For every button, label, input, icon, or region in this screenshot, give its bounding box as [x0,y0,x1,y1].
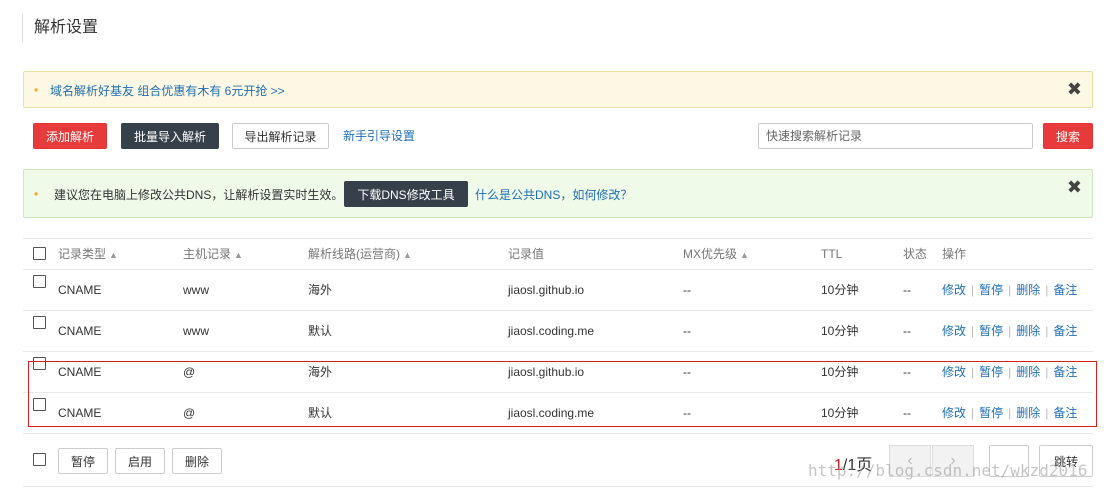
row-actions: 修改 | 暂停 | 删除 | 备注 [942,406,1078,420]
record-host: www [183,283,209,297]
delete-link[interactable]: 删除 [1016,283,1040,297]
pause-link[interactable]: 暂停 [979,283,1003,297]
record-host: www [183,324,209,338]
select-all-checkbox[interactable] [33,239,46,269]
row-actions: 修改 | 暂停 | 删除 | 备注 [942,324,1078,338]
header-line[interactable]: 解析线路(运营商) ▲ [308,239,412,270]
record-value: jiaosl.coding.me [508,406,595,420]
note-link[interactable]: 备注 [1053,365,1077,379]
dns-tip-banner: • 建议您在电脑上修改公共DNS，让解析设置实时生效。 下载DNS修改工具 什么… [23,169,1093,218]
note-link[interactable]: 备注 [1053,283,1077,297]
delete-link[interactable]: 删除 [1016,324,1040,338]
bullet-icon: • [34,83,39,97]
close-icon[interactable]: ✖ [1067,80,1082,98]
bullet-icon: • [34,187,39,201]
batch-import-button[interactable]: 批量导入解析 [121,123,219,149]
export-records-button[interactable]: 导出解析记录 [232,123,329,149]
record-status: -- [903,365,911,379]
record-ttl: 10分钟 [821,365,859,379]
batch-delete-button[interactable]: 删除 [172,448,222,474]
note-link[interactable]: 备注 [1053,406,1077,420]
batch-pause-button[interactable]: 暂停 [58,448,108,474]
page-header: 解析设置 [22,14,98,42]
search-button[interactable]: 搜索 [1043,123,1093,149]
record-value: jiaosl.coding.me [508,324,595,338]
watermark: http://blog.csdn.net/wkzd2016 [808,461,1088,480]
promo-banner: • 域名解析好基友 组合优惠有木有 6元开抢 >> ✖ [23,71,1093,108]
delete-link[interactable]: 删除 [1016,406,1040,420]
pause-link[interactable]: 暂停 [979,406,1003,420]
header-ttl: TTL [821,247,843,261]
header-value: 记录值 [508,247,545,261]
record-mx: -- [683,324,691,338]
sort-icon[interactable]: ▲ [403,250,412,260]
download-dns-tool-button[interactable]: 下载DNS修改工具 [344,181,468,207]
dns-tip-text: 建议您在电脑上修改公共DNS，让解析设置实时生效。 [54,188,344,202]
record-value: jiaosl.github.io [508,365,585,379]
records-table: 记录类型 ▲ 主机记录 ▲ 解析线路(运营商) ▲ 记录值 MX优先级 ▲ TTL 状态… [23,238,1093,434]
record-type: CNAME [58,365,102,379]
header-ops: 操作 [942,247,967,261]
record-type: CNAME [58,283,102,297]
row-checkbox[interactable] [33,311,46,352]
record-ttl: 10分钟 [821,406,859,420]
record-value: jiaosl.github.io [508,283,585,297]
sort-icon[interactable]: ▲ [740,250,749,260]
record-status: -- [903,324,911,338]
record-status: -- [903,283,911,297]
record-ttl: 10分钟 [821,324,859,338]
record-status: -- [903,406,911,420]
header-host[interactable]: 主机记录 ▲ [183,239,243,270]
row-checkbox[interactable] [33,393,46,434]
header-mx[interactable]: MX优先级 ▲ [683,239,749,270]
row-checkbox[interactable] [33,270,46,311]
record-line: 海外 [308,283,333,297]
close-icon[interactable]: ✖ [1067,178,1082,196]
record-mx: -- [683,406,691,420]
edit-link[interactable]: 修改 [942,365,966,379]
page-title: 解析设置 [34,19,99,36]
table-header-row: 记录类型 ▲ 主机记录 ▲ 解析线路(运营商) ▲ 记录值 MX优先级 ▲ TTL 状态… [23,238,1093,270]
pause-link[interactable]: 暂停 [979,365,1003,379]
table-row: CNAME www 海外 jiaosl.github.io -- 10分钟 --… [23,270,1093,311]
edit-link[interactable]: 修改 [942,324,966,338]
search-input[interactable] [758,123,1033,149]
table-row: CNAME @ 海外 jiaosl.github.io -- 10分钟 -- 修… [23,352,1093,393]
beginner-guide-link[interactable]: 新手引导设置 [343,127,415,144]
note-link[interactable]: 备注 [1053,324,1077,338]
add-record-button[interactable]: 添加解析 [33,123,107,149]
public-dns-help-link[interactable]: 什么是公共DNS，如何修改？ [475,186,632,203]
sort-icon[interactable]: ▲ [234,250,243,260]
record-host: @ [183,365,196,379]
record-host: @ [183,406,196,420]
delete-link[interactable]: 删除 [1016,365,1040,379]
record-line: 默认 [308,406,333,420]
row-actions: 修改 | 暂停 | 删除 | 备注 [942,283,1078,297]
record-line: 默认 [308,324,333,338]
record-line: 海外 [308,365,333,379]
record-type: CNAME [58,324,102,338]
record-mx: -- [683,365,691,379]
row-checkbox[interactable] [33,352,46,393]
header-record-type[interactable]: 记录类型 ▲ [58,239,118,270]
row-actions: 修改 | 暂停 | 删除 | 备注 [942,365,1078,379]
header-status: 状态 [903,247,928,261]
footer-select-all-checkbox[interactable] [33,453,46,466]
edit-link[interactable]: 修改 [942,406,966,420]
table-row: CNAME www 默认 jiaosl.coding.me -- 10分钟 --… [23,311,1093,352]
sort-icon[interactable]: ▲ [109,250,118,260]
table-row: CNAME @ 默认 jiaosl.coding.me -- 10分钟 -- 修… [23,393,1093,434]
record-type: CNAME [58,406,102,420]
batch-enable-button[interactable]: 启用 [115,448,165,474]
record-ttl: 10分钟 [821,283,859,297]
pause-link[interactable]: 暂停 [979,324,1003,338]
edit-link[interactable]: 修改 [942,283,966,297]
record-mx: -- [683,283,691,297]
promo-link[interactable]: 域名解析好基友 组合优惠有木有 6元开抢 >> [50,82,285,99]
